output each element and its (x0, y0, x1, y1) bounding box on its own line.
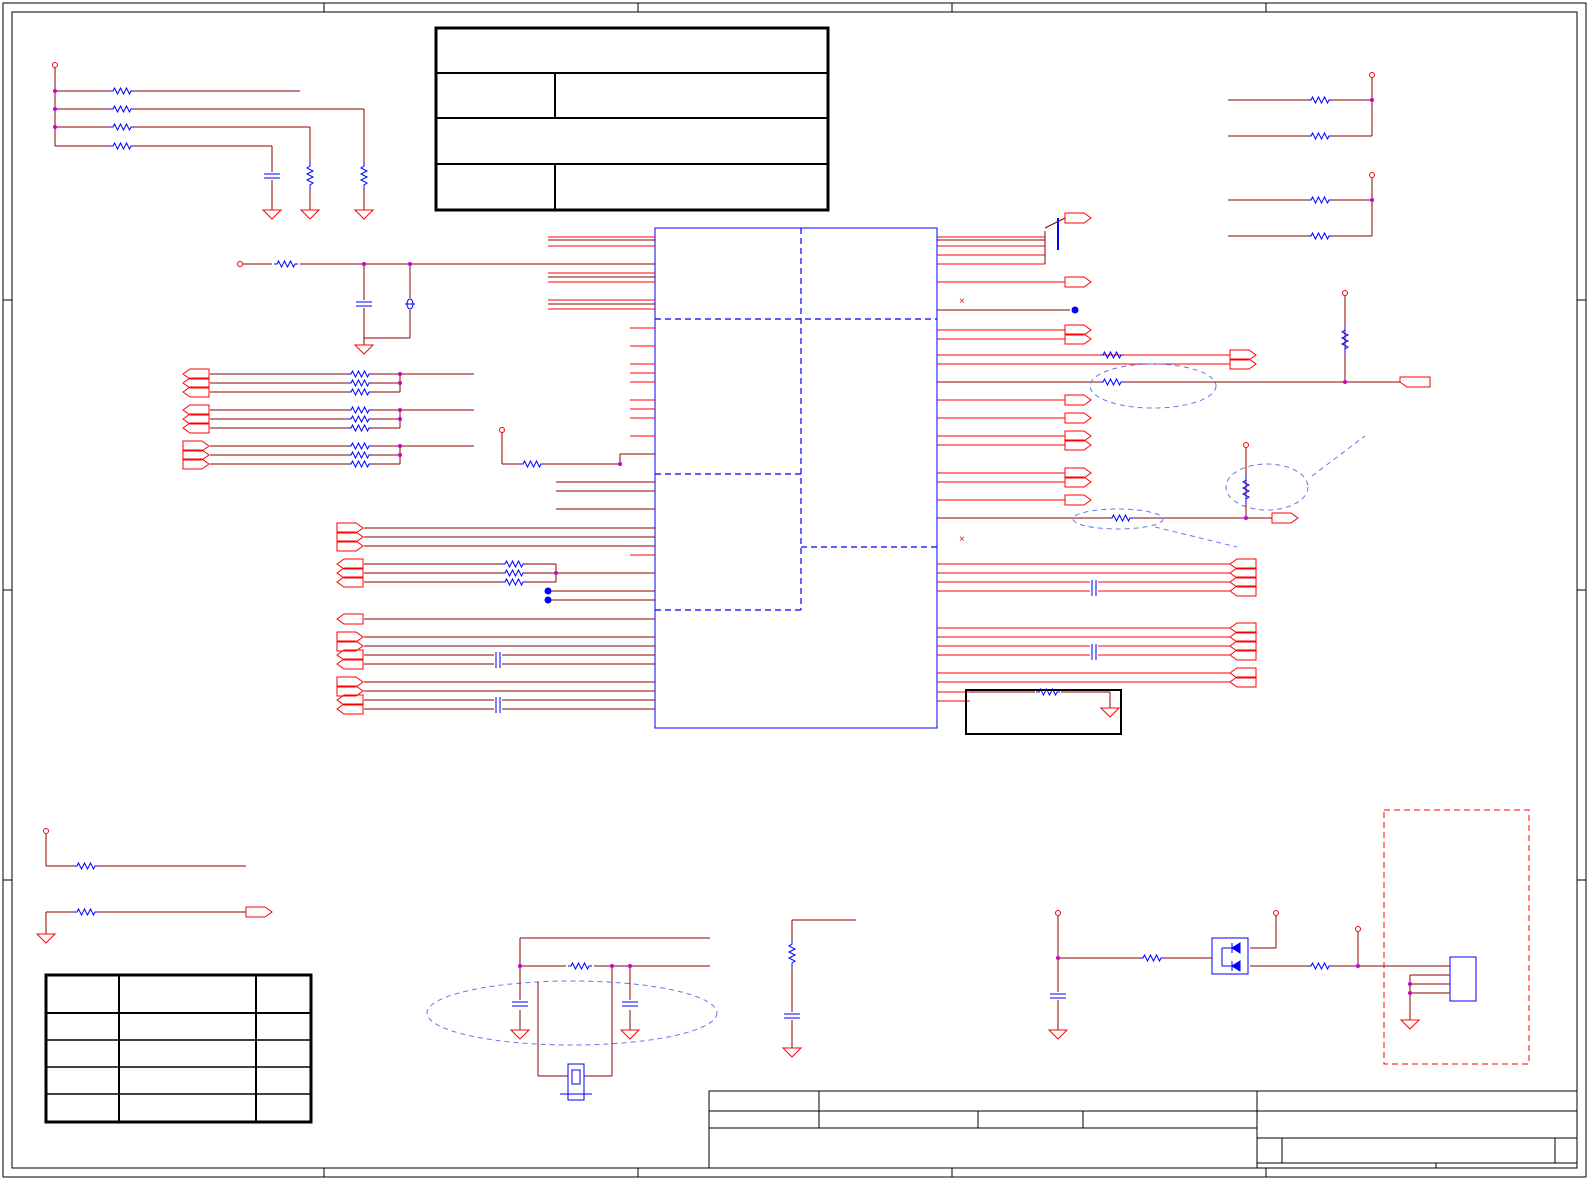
pullup-rc-bottom (791, 919, 856, 1048)
crystal-icon (560, 1063, 592, 1101)
strap-table-bottom-left (44, 973, 313, 1124)
header-connector (1449, 956, 1477, 1002)
junction-dot (1071, 306, 1079, 314)
strap-box (965, 689, 1122, 735)
junction-dot (544, 587, 552, 595)
bottom-left-straps (45, 834, 246, 934)
no-connect-icon: × (959, 534, 965, 545)
top-left-straps (54, 68, 365, 210)
ic-right-pins (937, 236, 1230, 702)
left-bus-to-ic (364, 527, 655, 710)
main-ic (654, 227, 938, 729)
pullup-into-ic (501, 432, 655, 465)
ic-left-pins (548, 236, 655, 556)
diode-array-icon (1211, 937, 1249, 975)
note-ellipses (426, 363, 1366, 1046)
note-table-top (434, 26, 830, 212)
title-block (708, 1090, 1578, 1169)
off-page-connector-icon (1399, 376, 1431, 388)
junction-dot (544, 596, 552, 604)
schematic-sheet: × × (2, 2, 1587, 1178)
debug-header-region (1383, 809, 1530, 1065)
series-resistor-arrays-left (210, 373, 474, 465)
pullups-top-right (1228, 78, 1373, 518)
no-connect-icon: × (959, 296, 965, 307)
sheet-frame (2, 2, 1587, 1178)
ac-coupling-caps-right (1090, 576, 1098, 664)
ic-right-wires (937, 217, 1400, 708)
crystal-circuit (519, 937, 710, 1077)
ic-left-wires (548, 239, 655, 510)
diode-circuit (1057, 916, 1450, 1030)
